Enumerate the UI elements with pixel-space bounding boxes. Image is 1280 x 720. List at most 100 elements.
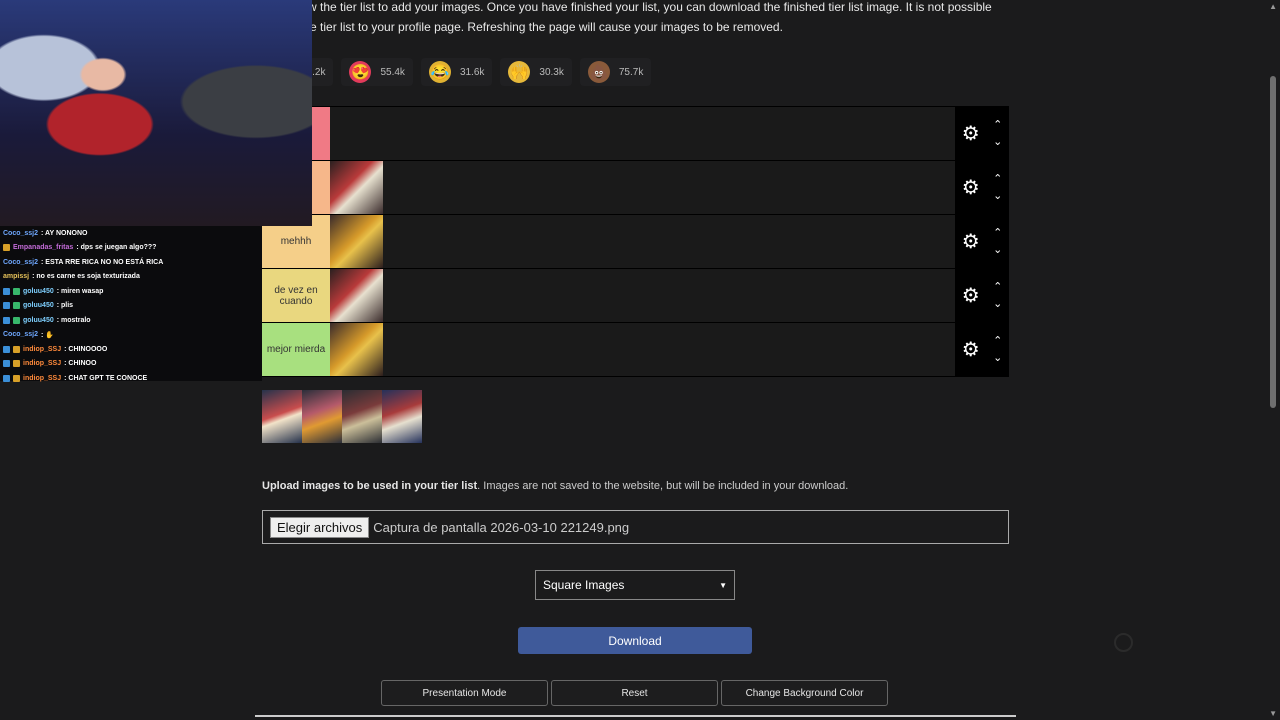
selected-file-name: Captura de pantalla 2026-03-10 221249.pn… <box>373 519 630 535</box>
scroll-down-arrow-icon[interactable]: ▼ <box>1269 709 1277 718</box>
tier-row: mehhh ⚙ ⌃ ⌄ <box>262 215 1009 269</box>
unsorted-image[interactable] <box>302 390 342 443</box>
change-background-color-button[interactable]: Change Background Color <box>721 680 888 706</box>
file-input[interactable]: Elegir archivos Captura de pantalla 2026… <box>262 510 1009 544</box>
chat-text: : miren wasap <box>56 287 104 295</box>
tier-image[interactable] <box>330 161 383 214</box>
gear-icon[interactable]: ⚙ <box>962 340 980 360</box>
tier-items[interactable] <box>330 215 955 268</box>
chat-text: : no es carne es soja texturizada <box>32 273 140 281</box>
gear-icon[interactable]: ⚙ <box>962 286 980 306</box>
chat-message: indiop_SSJ: CHINOO <box>0 357 262 372</box>
tier-controls: ⚙ ⌃ ⌄ <box>955 107 1009 160</box>
move-arrows: ⌃ ⌄ <box>993 281 1002 310</box>
reaction-button[interactable]: 🙌 30.3k <box>500 58 572 86</box>
chat-badge-icon <box>13 316 20 324</box>
chat-text: : mostralo <box>56 316 91 324</box>
chat-username: goluu450 <box>23 316 54 324</box>
chat-username: goluu450 <box>23 287 54 295</box>
move-arrows: ⌃ ⌄ <box>993 227 1002 256</box>
chat-badge-icon <box>3 374 10 382</box>
chat-username: Empanadas_fritas <box>13 244 74 252</box>
unsorted-image[interactable] <box>382 390 422 443</box>
divider <box>255 715 1016 717</box>
reaction-button[interactable]: 😂 31.6k <box>420 58 493 86</box>
gear-icon[interactable]: ⚙ <box>962 232 980 252</box>
chat-text: : AY NONONO <box>41 229 88 237</box>
tier-list: ⚙⌃⌄a⚙⌃⌄mehhh⚙⌃⌄de vez en cuando⚙⌃⌄mejor … <box>262 106 1009 377</box>
chat-message: ampissj: no es carne es soja texturizada <box>0 270 262 285</box>
unsorted-image[interactable] <box>262 390 302 443</box>
chat-username: indiop_SSJ <box>23 360 62 368</box>
download-button[interactable]: Download <box>518 627 752 654</box>
poop-emoji-icon: 💩 <box>587 61 610 83</box>
image-shape-select[interactable]: Square Images ▼ <box>535 570 735 600</box>
chat-message: Empanadas_fritas: dps se juegan algo??? <box>0 241 262 256</box>
tier-controls: ⚙ ⌃ ⌄ <box>955 323 1009 376</box>
tier-image[interactable] <box>330 215 383 268</box>
move-arrows: ⌃ ⌄ <box>993 173 1002 202</box>
chevron-up-icon[interactable]: ⌃ <box>993 335 1002 347</box>
chevron-up-icon[interactable]: ⌃ <box>993 173 1002 185</box>
loading-spinner-icon <box>1114 633 1133 652</box>
scroll-up-arrow-icon[interactable]: ▲ <box>1269 2 1277 11</box>
reaction-button[interactable]: 💩 75.7k <box>579 58 652 86</box>
raised-hands-emoji-icon: 🙌 <box>508 61 531 83</box>
tier-label[interactable]: de vez en cuando <box>262 269 330 322</box>
chevron-up-icon[interactable]: ⌃ <box>993 281 1002 293</box>
tier-items[interactable] <box>330 107 955 160</box>
chat-message: Coco_ssj2: AY NONONO <box>0 226 262 241</box>
chat-text: : ✋ <box>41 331 55 339</box>
chevron-down-icon[interactable]: ⌄ <box>993 190 1002 202</box>
chat-text: : ESTA RRE RICA NO NO ESTÁ RICA <box>41 258 164 266</box>
heart-eyes-emoji-icon: 😍 <box>349 61 372 83</box>
scrollbar-thumb[interactable] <box>1270 76 1276 408</box>
chevron-up-icon[interactable]: ⌃ <box>993 227 1002 239</box>
chat-badge-icon <box>3 302 10 310</box>
chevron-down-icon[interactable]: ⌄ <box>993 352 1002 364</box>
tier-row: a⚙⌃⌄ <box>262 161 1009 215</box>
chat-badge-icon <box>13 302 20 310</box>
tier-image[interactable] <box>330 323 383 376</box>
tier-row: mejor mierda ⚙ ⌃ ⌄ <box>262 323 1009 377</box>
reaction-bar: 😍36.2k😍55.4k😂31.6k🙌30.3k💩75.7k <box>262 58 652 86</box>
chat-badge-icon <box>3 316 10 324</box>
chevron-down-icon[interactable]: ⌄ <box>993 298 1002 310</box>
choose-files-button[interactable]: Elegir archivos <box>270 516 370 538</box>
tier-label[interactable]: mejor mierda <box>262 323 330 376</box>
chevron-up-icon[interactable]: ⌃ <box>993 119 1002 131</box>
reaction-button[interactable]: 😍 55.4k <box>341 58 413 86</box>
reaction-count: 75.7k <box>618 66 644 78</box>
chat-username: indiop_SSJ <box>23 345 62 353</box>
tier-items[interactable] <box>330 269 955 322</box>
unsorted-image[interactable] <box>342 390 382 443</box>
bottom-button-row: Presentation Mode Reset Change Backgroun… <box>381 680 888 706</box>
chat-text: : plis <box>56 302 74 310</box>
upload-instructions-bold: Upload images to be used in your tier li… <box>262 480 478 492</box>
chat-badge-icon <box>3 287 10 295</box>
chat-username: indiop_SSJ <box>23 374 62 382</box>
presentation-mode-button[interactable]: Presentation Mode <box>381 680 548 706</box>
reset-button[interactable]: Reset <box>551 680 718 706</box>
chevron-down-icon[interactable]: ⌄ <box>993 136 1002 148</box>
stream-chat-overlay: Coco_ssj2: AY NONONO Empanadas_fritas: dp… <box>0 226 262 382</box>
chat-text: : CHINOO <box>64 360 97 368</box>
chevron-down-icon[interactable]: ⌄ <box>993 244 1002 256</box>
gear-icon[interactable]: ⚙ <box>962 124 980 144</box>
tier-items[interactable] <box>330 161 955 214</box>
chat-badge-icon <box>3 345 10 353</box>
image-shape-select-value: Square Images <box>543 578 625 592</box>
upload-instructions-rest: . Images are not saved to the website, b… <box>477 480 849 492</box>
chat-badge-icon <box>13 345 20 353</box>
reaction-count: 30.3k <box>539 66 564 78</box>
tier-items[interactable] <box>330 323 955 376</box>
gear-icon[interactable]: ⚙ <box>962 178 980 198</box>
chat-badge-icon <box>13 360 20 368</box>
chat-username: Coco_ssj2 <box>3 331 39 339</box>
intro-line-1: tton below the tier list to add your ima… <box>262 0 992 14</box>
chevron-down-icon: ▼ <box>719 580 727 590</box>
tier-image[interactable] <box>330 269 383 322</box>
tier-row: ⚙ ⌃ ⌄ <box>262 107 1009 161</box>
chat-message: goluu450: plis <box>0 299 262 314</box>
chat-badge-icon <box>13 287 20 295</box>
